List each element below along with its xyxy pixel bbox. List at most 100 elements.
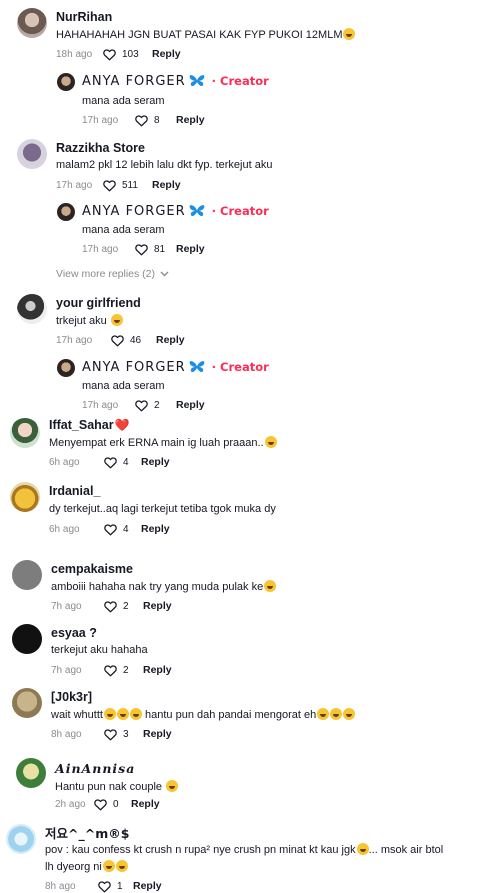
heart-outline-icon (134, 113, 149, 128)
reply-button[interactable]: Reply (152, 179, 181, 191)
like-button[interactable]: 4 (103, 455, 141, 470)
timestamp: 7h ago (51, 664, 82, 676)
creator-badge: · Creator (207, 74, 269, 88)
comment-item: Iffat_Sahar❤️ Menyempat erk ERNA main ig… (0, 414, 500, 476)
like-button[interactable]: 8 (134, 113, 176, 128)
username[interactable]: ANYA FORGER · Creator (82, 204, 269, 219)
timestamp: 7h ago (51, 600, 82, 612)
avatar[interactable] (17, 139, 47, 169)
heart-outline-icon (110, 333, 125, 348)
comment-text: Menyempat erk ERNA main ig luah praaan.. (49, 436, 277, 449)
heart-outline-icon (134, 242, 149, 257)
like-button[interactable]: 0 (93, 797, 131, 812)
laughing-emoji-icon (115, 860, 128, 872)
username[interactable]: your girlfriend (56, 296, 141, 310)
reply-button[interactable]: Reply (143, 664, 172, 676)
reply-button[interactable]: Reply (143, 728, 172, 740)
comment-item: [J0k3r] wait whuttt hantu pun dah pandai… (0, 684, 500, 748)
avatar[interactable] (10, 482, 40, 512)
like-button[interactable]: 2 (134, 398, 176, 413)
comment-text: terkejut aku hahaha (51, 644, 148, 656)
reply-button[interactable]: Reply (141, 523, 170, 535)
reply-button[interactable]: Reply (176, 114, 205, 126)
username[interactable]: ANYA FORGER · Creator (82, 360, 269, 375)
timestamp: 6h ago (49, 523, 80, 535)
reply-button[interactable]: Reply (176, 243, 205, 255)
view-more-label: View more replies (2) (56, 268, 156, 280)
creator-badge: · Creator (207, 360, 269, 374)
comment-item: esyaa ? terkejut aku hahaha 7h ago 2 Rep… (0, 620, 500, 682)
avatar[interactable] (10, 418, 40, 448)
laughing-emoji-icon (102, 860, 115, 872)
like-button[interactable]: 4 (103, 522, 141, 537)
timestamp: 17h ago (82, 399, 119, 411)
username[interactable]: esyaa ? (51, 626, 97, 640)
laughing-emoji-icon (103, 708, 116, 720)
avatar[interactable] (16, 758, 46, 788)
avatar[interactable] (17, 8, 47, 38)
comment-text: malam2 pkl 12 lebih lalu dkt fyp. terkej… (56, 159, 273, 171)
heart-outline-icon (103, 522, 118, 537)
avatar[interactable] (57, 359, 75, 377)
heart-outline-icon (97, 879, 112, 893)
reply-item: ANYA FORGER · Creator mana ada seram 17h… (0, 198, 500, 262)
username[interactable]: NurRihan (56, 10, 112, 24)
like-count: 81 (154, 243, 166, 255)
username[interactable]: 저요^_^m®$ (45, 823, 129, 842)
avatar[interactable] (12, 560, 42, 590)
timestamp: 17h ago (56, 179, 93, 191)
crying-emoji-icon (110, 314, 123, 326)
username[interactable]: cempakaisme (51, 562, 133, 576)
like-button[interactable]: 2 (103, 663, 143, 678)
username[interactable]: [J0k3r] (51, 690, 92, 704)
comment-meta: 8h ago 3 Reply (51, 726, 172, 742)
comment-meta: 17h ago 8 Reply (82, 112, 205, 128)
avatar[interactable] (12, 688, 42, 718)
butterfly-icon (189, 74, 205, 87)
username[interactable]: 𝑨𝒊𝒏𝑨𝒏𝒏𝒊𝒔𝒂 (55, 761, 135, 776)
reply-button[interactable]: Reply (176, 399, 205, 411)
like-button[interactable]: 81 (134, 242, 176, 257)
avatar[interactable] (57, 73, 75, 91)
comment-meta: 17h ago 511 Reply (56, 177, 181, 193)
comment-text: mana ada seram (82, 95, 165, 107)
avatar[interactable] (12, 624, 42, 654)
comment-text: trkejut aku (56, 314, 123, 327)
timestamp: 17h ago (82, 243, 119, 255)
avatar[interactable] (17, 294, 47, 324)
reply-button[interactable]: Reply (131, 798, 160, 810)
username[interactable]: Iffat_Sahar❤️ (49, 418, 130, 432)
like-button[interactable]: 46 (110, 333, 156, 348)
laughing-emoji-icon (264, 436, 277, 448)
reply-button[interactable]: Reply (133, 880, 162, 892)
like-button[interactable]: 3 (103, 727, 143, 742)
butterfly-icon (189, 204, 205, 217)
laughing-emoji-icon (317, 708, 330, 720)
heart-outline-icon (103, 727, 118, 742)
username[interactable]: Irdanial_ (49, 484, 100, 498)
laughing-emoji-icon (116, 708, 129, 720)
heart-outline-icon (102, 47, 117, 62)
laughing-emoji-icon (166, 780, 179, 792)
reply-button[interactable]: Reply (141, 456, 170, 468)
avatar[interactable] (6, 824, 36, 854)
comment-meta: 2h ago 0 Reply (55, 796, 160, 812)
heart-outline-icon (103, 599, 118, 614)
avatar[interactable] (57, 203, 75, 221)
timestamp: 6h ago (49, 456, 80, 468)
username[interactable]: ANYA FORGER · Creator (82, 74, 269, 89)
timestamp: 8h ago (45, 880, 76, 892)
comment-text: dy terkejut..aq lagi terkejut tetiba tgo… (49, 503, 276, 515)
like-button[interactable]: 2 (103, 599, 143, 614)
comment-text-line-2: lh dyeorg ni (45, 860, 128, 873)
like-button[interactable]: 1 (97, 879, 133, 893)
like-button[interactable]: 103 (102, 47, 152, 62)
comment-text: mana ada seram (82, 224, 165, 236)
like-count: 0 (113, 798, 119, 810)
reply-button[interactable]: Reply (156, 334, 185, 346)
reply-button[interactable]: Reply (152, 48, 181, 60)
username[interactable]: Razzikha Store (56, 141, 145, 155)
reply-button[interactable]: Reply (143, 600, 172, 612)
like-button[interactable]: 511 (102, 178, 152, 193)
view-more-replies-button[interactable]: View more replies (2) (56, 268, 169, 280)
